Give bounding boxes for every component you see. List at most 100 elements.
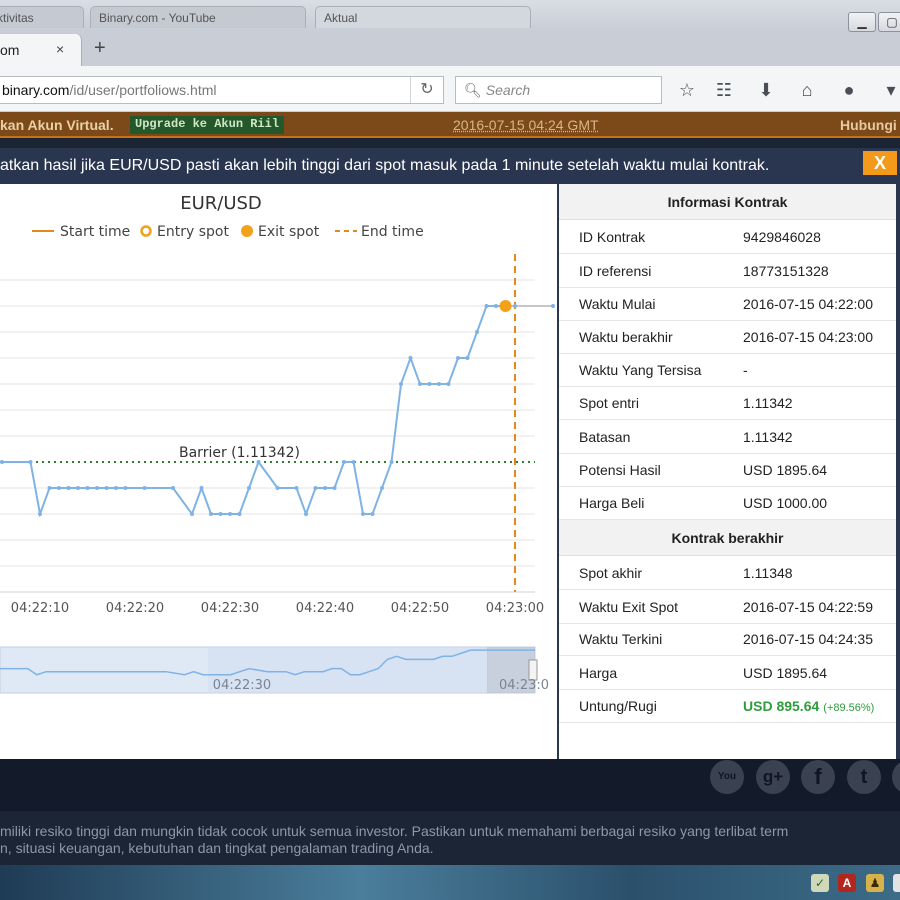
info-value: 1.11348 [743,565,793,581]
price-point[interactable] [38,512,42,516]
info-row-contract-id: ID Kontrak 9429846028 [559,220,896,254]
price-point[interactable] [57,486,61,490]
download-icon[interactable]: ⬇ [753,78,779,102]
navigator-handle[interactable] [528,659,538,681]
price-point[interactable] [85,486,90,490]
tab-close-icon[interactable]: × [56,41,64,57]
price-point[interactable] [199,486,204,490]
price-point[interactable] [114,486,118,490]
price-point[interactable] [465,356,470,360]
price-point[interactable] [437,382,441,386]
price-point[interactable] [342,460,346,464]
google-plus-icon[interactable]: g+ [756,760,790,794]
x-tick-label: 04:22:20 [106,601,164,616]
info-value: - [743,362,748,378]
price-point[interactable] [95,486,99,490]
reload-icon[interactable]: ↻ [410,77,443,103]
server-time: 2016-07-15 04:24 GMT [453,117,599,133]
price-point[interactable] [142,486,147,490]
info-row-exit-spot: Spot akhir 1.11348 [559,556,896,590]
bookmark-star-icon[interactable]: ☆ [674,78,700,102]
browser-tab[interactable]: Binary.com - YouTube [90,6,306,28]
price-point[interactable] [104,486,109,490]
price-point[interactable] [494,304,498,308]
contact-link[interactable]: Hubungi [840,117,897,133]
tab-row: om × + [0,34,900,66]
active-tab[interactable]: om × [0,34,82,66]
price-point[interactable] [427,382,432,386]
info-label: Waktu berakhir [579,329,673,345]
minimize-button[interactable]: ▁ [848,12,876,32]
price-point[interactable] [551,304,555,308]
legend-exit-spot[interactable]: Exit spot [258,224,320,240]
twitter-icon[interactable]: t [847,760,881,794]
info-value: 9429846028 [743,229,821,245]
price-point[interactable] [399,382,403,386]
price-point[interactable] [370,512,375,516]
price-point[interactable] [218,512,223,516]
price-point[interactable] [47,486,52,490]
legend-entry-spot[interactable]: Entry spot [157,224,229,240]
reading-list-icon[interactable]: ☷ [711,78,737,102]
youtube-icon[interactable]: You [710,760,744,794]
x-axis-ticks: 04:22:10 04:22:20 04:22:30 04:22:40 04:22:50… [11,601,544,616]
price-point[interactable] [209,512,213,516]
price-point[interactable] [446,382,451,386]
price-point[interactable] [389,460,394,464]
price-point[interactable] [123,486,128,490]
facebook-icon[interactable]: f [801,760,835,794]
info-value: USD 1000.00 [743,495,828,511]
info-row-purchase-price: Harga Beli USD 1000.00 [559,486,896,520]
price-point[interactable] [0,460,4,464]
price-point[interactable] [351,460,356,464]
price-point[interactable] [418,382,422,386]
network-tray-icon[interactable]: ✓ [811,874,829,892]
pocket-icon[interactable]: ▾ [878,78,900,102]
price-point[interactable] [484,304,489,308]
exit-spot-point[interactable] [499,300,512,312]
price-point[interactable] [456,356,460,360]
price-point[interactable] [332,486,337,490]
price-point[interactable] [66,486,71,490]
price-point[interactable] [294,486,299,490]
price-point[interactable] [513,304,517,308]
price-point[interactable] [247,486,251,490]
users-tray-icon[interactable]: ♟ [866,874,884,892]
contract-description: atkan hasil jika EUR/USD pasti akan lebi… [0,157,770,174]
navigator-label: 04:22:30 [213,678,271,693]
price-point[interactable] [323,486,327,490]
price-point[interactable] [275,486,280,490]
tray-icon-partial[interactable] [893,874,900,892]
disclaimer-line: n, situasi keuangan, kebutuhan dan tingk… [0,840,434,856]
adobe-tray-icon[interactable]: A [838,874,856,892]
price-point[interactable] [76,486,80,490]
price-point[interactable] [256,460,261,464]
restore-button[interactable]: ▢ [878,12,900,32]
search-input[interactable]: 🔍︎ Search [455,76,662,104]
chat-icon[interactable]: ● [836,78,862,102]
legend-start-time[interactable]: Start time [60,224,130,240]
price-point[interactable] [304,512,308,516]
x-tick-label: 04:22:30 [201,601,259,616]
price-point[interactable] [408,356,413,360]
home-icon[interactable]: ⌂ [794,78,820,102]
dialog-close-button[interactable]: X [863,151,897,175]
price-point[interactable] [313,486,318,490]
legend-end-time[interactable]: End time [361,224,424,240]
price-point[interactable] [28,460,33,464]
price-point[interactable] [237,512,242,516]
price-point[interactable] [361,512,365,516]
price-point[interactable] [475,330,479,334]
upgrade-button[interactable]: Upgrade ke Akun Riil [130,116,285,134]
browser-tab[interactable]: Aktivitas [0,6,84,28]
info-label: ID referensi [579,263,652,279]
new-tab-button[interactable]: + [94,37,106,60]
price-point[interactable] [228,512,232,516]
price-point[interactable] [190,512,194,516]
info-row-remaining-time: Waktu Yang Tersisa - [559,353,896,387]
legend-entry-spot-marker [140,225,152,237]
address-bar[interactable]: binary.com/id/user/portfoliows.html ↻ [0,76,444,104]
price-point[interactable] [380,486,384,490]
price-point[interactable] [171,486,175,490]
browser-tab[interactable]: Aktual [315,6,531,28]
